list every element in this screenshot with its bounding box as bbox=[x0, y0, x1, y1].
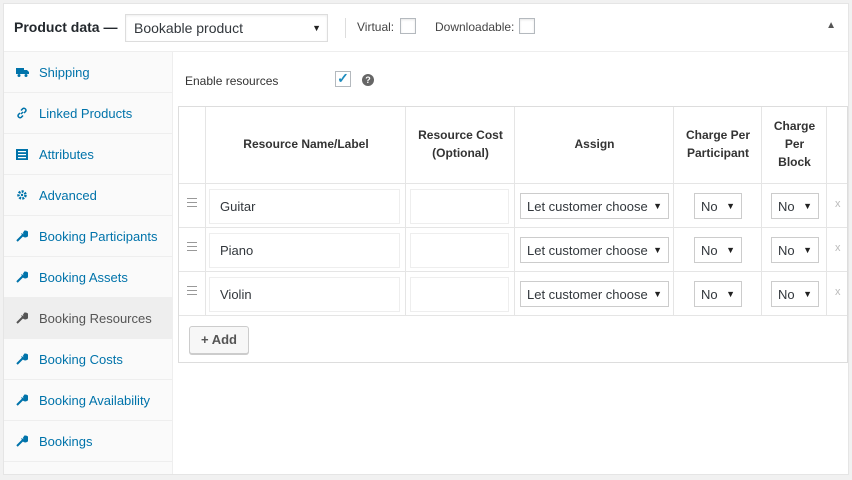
charge-per-participant-select[interactable]: No ▼ bbox=[694, 281, 742, 307]
chevron-down-icon: ▼ bbox=[653, 245, 662, 255]
help-icon[interactable]: ? bbox=[362, 74, 374, 86]
tab-bookings[interactable]: Bookings bbox=[4, 421, 172, 462]
drag-handle-icon[interactable] bbox=[187, 198, 197, 210]
table-row: Violin Let customer choose ▼ No ▼ No ▼ x bbox=[179, 271, 847, 315]
header-divider bbox=[345, 18, 346, 38]
tab-booking-availability[interactable]: Booking Availability bbox=[4, 380, 172, 421]
resource-name-input[interactable]: Piano bbox=[209, 233, 400, 268]
tab-booking-costs[interactable]: Booking Costs bbox=[4, 339, 172, 380]
table-footer-divider bbox=[179, 315, 847, 316]
resource-name-input[interactable]: Guitar bbox=[209, 189, 400, 224]
chevron-down-icon: ▼ bbox=[653, 201, 662, 211]
wrench-icon bbox=[15, 353, 29, 365]
virtual-checkbox[interactable] bbox=[400, 18, 416, 34]
remove-row-icon[interactable]: x bbox=[835, 242, 841, 254]
tab-booking-participants[interactable]: Booking Participants bbox=[4, 216, 172, 257]
virtual-label: Virtual: bbox=[357, 20, 395, 34]
link-icon bbox=[15, 107, 29, 119]
panel-title: Product data — bbox=[14, 19, 118, 35]
remove-row-icon[interactable]: x bbox=[835, 198, 841, 210]
tab-booking-assets[interactable]: Booking Assets bbox=[4, 257, 172, 298]
wrench-icon bbox=[15, 312, 29, 324]
column-header-cost: Resource Cost (Optional) bbox=[418, 128, 503, 160]
charge-per-participant-select[interactable]: No ▼ bbox=[694, 237, 742, 263]
tab-linked-products[interactable]: Linked Products bbox=[4, 93, 172, 134]
tab-label: Booking Costs bbox=[39, 351, 123, 367]
column-header-per-participant: Charge Per Participant bbox=[685, 128, 751, 160]
assign-select[interactable]: Let customer choose ▼ bbox=[520, 193, 669, 219]
table-row: Guitar Let customer choose ▼ No ▼ No ▼ x bbox=[179, 183, 847, 227]
downloadable-label: Downloadable: bbox=[435, 20, 515, 34]
wrench-icon bbox=[15, 394, 29, 406]
charge-per-block-select[interactable]: No ▼ bbox=[771, 193, 819, 219]
resource-cost-input[interactable] bbox=[410, 233, 509, 268]
chevron-down-icon: ▼ bbox=[312, 23, 321, 33]
tab-label: Linked Products bbox=[39, 105, 133, 121]
tab-advanced[interactable]: Advanced bbox=[4, 175, 172, 216]
truck-icon bbox=[15, 67, 29, 77]
chevron-down-icon: ▼ bbox=[803, 289, 812, 299]
chevron-down-icon: ▼ bbox=[726, 201, 735, 211]
product-data-header: Product data — Bookable product ▼ Virtua… bbox=[4, 4, 848, 52]
collapse-toggle-icon[interactable]: ▲ bbox=[826, 20, 836, 31]
tab-label: Attributes bbox=[39, 146, 94, 162]
product-data-tabs: Shipping Linked Products Attributes Adva… bbox=[4, 52, 173, 474]
enable-resources-checkbox[interactable]: ✓ bbox=[335, 71, 351, 87]
charge-per-block-select[interactable]: No ▼ bbox=[771, 281, 819, 307]
resource-cost-input[interactable] bbox=[410, 189, 509, 224]
tab-attributes[interactable]: Attributes bbox=[4, 134, 172, 175]
assign-select[interactable]: Let customer choose ▼ bbox=[520, 237, 669, 263]
chevron-down-icon: ▼ bbox=[726, 289, 735, 299]
wrench-icon bbox=[15, 230, 29, 242]
column-header-name: Resource Name/Label bbox=[243, 137, 369, 151]
gear-icon bbox=[15, 189, 29, 201]
downloadable-checkbox[interactable] bbox=[519, 18, 535, 34]
remove-row-icon[interactable]: x bbox=[835, 286, 841, 298]
column-header-assign: Assign bbox=[574, 137, 615, 151]
resources-content: Enable resources ✓ ? Resource Name/Label… bbox=[174, 52, 848, 474]
resource-cost-input[interactable] bbox=[410, 277, 509, 312]
resource-name-input[interactable]: Violin bbox=[209, 277, 400, 312]
charge-per-participant-select[interactable]: No ▼ bbox=[694, 193, 742, 219]
product-data-panel: Product data — Bookable product ▼ Virtua… bbox=[3, 3, 849, 475]
tab-label: Bookings bbox=[39, 433, 93, 449]
enable-resources-label: Enable resources bbox=[185, 74, 279, 88]
tab-label: Advanced bbox=[39, 187, 97, 203]
tab-booking-resources[interactable]: Booking Resources bbox=[4, 298, 172, 339]
tab-label: Booking Participants bbox=[39, 228, 158, 244]
tab-label: Booking Availability bbox=[39, 392, 151, 408]
add-resource-button[interactable]: + Add bbox=[189, 326, 249, 354]
tab-label: Shipping bbox=[39, 64, 90, 80]
table-row: Piano Let customer choose ▼ No ▼ No ▼ x bbox=[179, 227, 847, 271]
product-type-select[interactable]: Bookable product ▼ bbox=[125, 14, 328, 42]
column-header-per-block: Charge Per Block bbox=[773, 119, 816, 169]
chevron-down-icon: ▼ bbox=[803, 245, 812, 255]
wrench-icon bbox=[15, 435, 29, 447]
checkmark-icon: ✓ bbox=[337, 70, 349, 86]
product-type-value: Bookable product bbox=[134, 20, 243, 36]
drag-handle-icon[interactable] bbox=[187, 286, 197, 298]
tab-shipping[interactable]: Shipping bbox=[4, 52, 172, 93]
assign-select[interactable]: Let customer choose ▼ bbox=[520, 281, 669, 307]
chevron-down-icon: ▼ bbox=[726, 245, 735, 255]
tab-label: Booking Assets bbox=[39, 269, 128, 285]
list-icon bbox=[15, 148, 29, 160]
tab-label: Booking Resources bbox=[39, 310, 152, 326]
wrench-icon bbox=[15, 271, 29, 283]
drag-handle-icon[interactable] bbox=[187, 242, 197, 254]
chevron-down-icon: ▼ bbox=[653, 289, 662, 299]
chevron-down-icon: ▼ bbox=[803, 201, 812, 211]
charge-per-block-select[interactable]: No ▼ bbox=[771, 237, 819, 263]
resources-table: Resource Name/Label Resource Cost (Option… bbox=[178, 106, 848, 363]
